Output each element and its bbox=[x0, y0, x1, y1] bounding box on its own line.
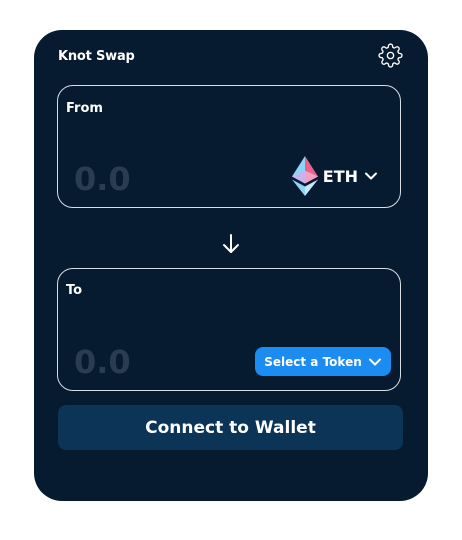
from-token-symbol: ETH bbox=[322, 166, 358, 186]
chevron-down-icon bbox=[368, 358, 381, 365]
chevron-down-icon bbox=[365, 172, 377, 180]
connect-wallet-label: Connect to Wallet bbox=[145, 417, 316, 438]
select-token-label: Select a Token bbox=[264, 354, 362, 369]
to-amount-input[interactable] bbox=[74, 343, 224, 381]
connect-wallet-button[interactable]: Connect to Wallet bbox=[58, 405, 403, 450]
from-token-select[interactable]: ETH bbox=[291, 156, 378, 196]
from-panel: From ETH bbox=[57, 85, 401, 208]
to-panel: To Select a Token bbox=[57, 268, 401, 391]
app-title: Knot Swap bbox=[58, 49, 135, 64]
from-label: From bbox=[66, 101, 103, 116]
to-label: To bbox=[66, 283, 83, 298]
ethereum-logo-icon bbox=[291, 156, 318, 196]
swap-card: Knot Swap From ETH To bbox=[34, 30, 428, 501]
gear-icon[interactable] bbox=[378, 43, 403, 68]
from-amount-input[interactable] bbox=[74, 160, 224, 198]
arrow-down-icon[interactable] bbox=[221, 231, 241, 257]
select-token-button[interactable]: Select a Token bbox=[255, 347, 391, 376]
